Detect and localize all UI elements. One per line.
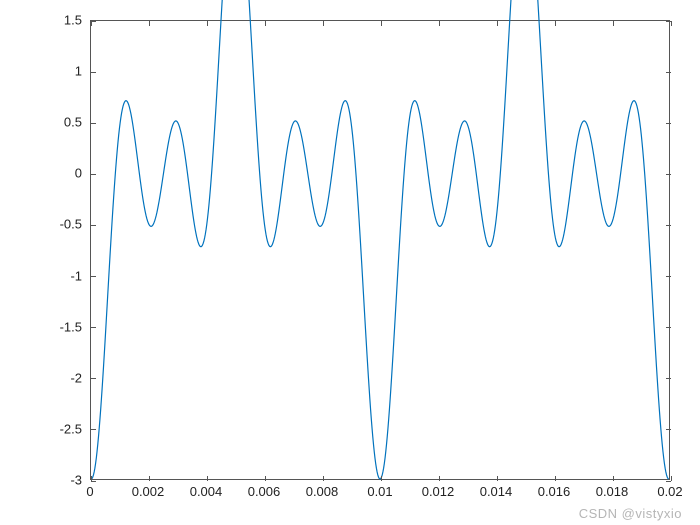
x-tick-label: 0.006 (239, 484, 289, 499)
figure-panel: CSDN @vistyxio -3-2.5-2-1.5-1-0.500.511.… (0, 0, 700, 525)
y-tick-label: -0.5 (42, 217, 82, 232)
y-tick-label: 1.5 (42, 13, 82, 28)
y-tick-label: 1 (42, 64, 82, 79)
x-tick (91, 476, 92, 481)
y-tick (91, 123, 96, 124)
x-tick-label: 0.002 (123, 484, 173, 499)
y-tick (91, 429, 96, 430)
y-tick (91, 481, 96, 482)
x-tick (671, 21, 672, 26)
x-tick-label: 0.004 (181, 484, 231, 499)
x-tick (439, 21, 440, 26)
plot-axes (90, 20, 670, 480)
y-tick (666, 123, 671, 124)
y-tick-label: -2.5 (42, 421, 82, 436)
y-tick (666, 429, 671, 430)
y-tick-label: -1.5 (42, 319, 82, 334)
x-tick (265, 476, 266, 481)
x-tick-label: 0.012 (413, 484, 463, 499)
x-tick (555, 476, 556, 481)
x-tick (323, 21, 324, 26)
y-tick (666, 72, 671, 73)
x-tick-label: 0 (65, 484, 115, 499)
y-tick-label: 0.5 (42, 115, 82, 130)
y-tick (666, 174, 671, 175)
y-tick (91, 21, 96, 22)
y-tick-label: 0 (42, 166, 82, 181)
series-line (91, 0, 668, 479)
x-tick (149, 21, 150, 26)
x-tick-label: 0.02 (645, 484, 695, 499)
x-tick (555, 21, 556, 26)
x-tick (91, 21, 92, 26)
watermark-text: CSDN @vistyxio (579, 506, 682, 521)
y-tick (91, 225, 96, 226)
plot-canvas (91, 21, 669, 479)
x-tick (497, 21, 498, 26)
y-tick-label: -2 (42, 370, 82, 385)
x-tick (439, 476, 440, 481)
y-tick (91, 378, 96, 379)
x-tick-label: 0.014 (471, 484, 521, 499)
y-tick (666, 327, 671, 328)
x-tick (497, 476, 498, 481)
x-tick-label: 0.016 (529, 484, 579, 499)
x-tick (207, 476, 208, 481)
x-tick (149, 476, 150, 481)
y-tick-label: -1 (42, 268, 82, 283)
x-tick (613, 476, 614, 481)
y-tick (91, 327, 96, 328)
x-tick-label: 0.018 (587, 484, 637, 499)
y-tick (91, 72, 96, 73)
x-tick (381, 21, 382, 26)
x-tick-label: 0.008 (297, 484, 347, 499)
x-tick (671, 476, 672, 481)
x-tick (613, 21, 614, 26)
x-tick-label: 0.01 (355, 484, 405, 499)
y-tick (91, 276, 96, 277)
x-tick (323, 476, 324, 481)
x-tick (265, 21, 266, 26)
y-tick (666, 378, 671, 379)
y-tick (666, 225, 671, 226)
x-tick (381, 476, 382, 481)
x-tick (207, 21, 208, 26)
y-tick (666, 276, 671, 277)
y-tick (91, 174, 96, 175)
